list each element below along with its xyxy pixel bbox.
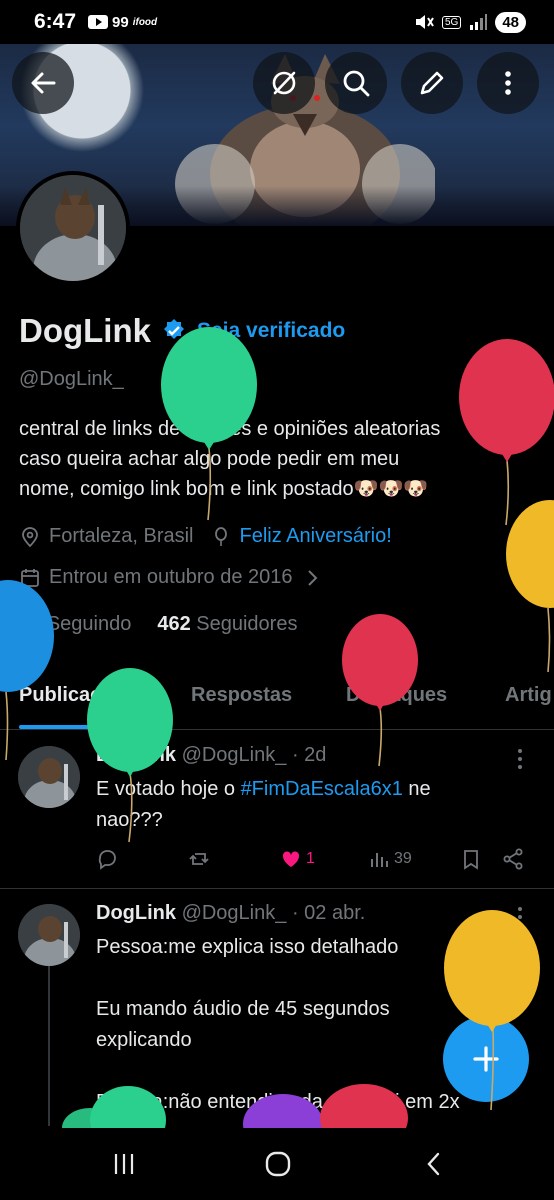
profile-tabs: Publicações Respostas Destaques Artig [0,668,554,730]
knight-avatar-image [18,904,80,966]
grok-button[interactable] [253,52,315,114]
system-nav-bar [0,1128,554,1200]
like-button[interactable]: 1 [280,848,315,870]
following-stat[interactable]: 39 Seguindo [19,613,131,636]
status-time: 6:47 [34,10,77,33]
edit-button[interactable] [401,52,463,114]
reply-icon [98,850,116,870]
search-button[interactable] [325,52,387,114]
views-button[interactable]: 39 [368,848,412,870]
tab-posts[interactable]: Publicações [19,684,136,707]
compose-button[interactable] [443,1016,529,1102]
home-button[interactable] [258,1144,298,1184]
post-time: · 2d [291,744,327,766]
active-tab-indicator [19,725,155,729]
joined-row[interactable]: Entrou em outubro de 2016 [19,566,323,589]
location: Fortaleza, Brasil [49,525,194,547]
heart-filled-icon [282,851,300,867]
more-vertical-icon[interactable] [510,906,530,928]
notification-count: 99 [112,13,129,31]
bookmark-button[interactable] [460,848,482,870]
post-author-handle: @DogLink_ [181,744,287,766]
bio-line: nome, comigo link bom e link postado🐶🐶🐶 [19,478,429,500]
more-vertical-icon[interactable] [510,748,530,770]
post-text: E votado hoje o #FimDaEscala6x1 ne nao??… [96,778,431,831]
more-button[interactable] [477,52,539,114]
balloon-icon [506,500,554,673]
home-circle-icon [265,1151,291,1177]
thread-connector [48,966,50,1126]
analytics-icon [371,853,388,867]
repost-button[interactable] [188,848,210,870]
chevron-left-icon [427,1152,440,1176]
birthday-link[interactable]: Feliz Aniversário! [240,525,392,548]
recent-apps-button[interactable] [104,1144,144,1184]
post-author-name[interactable]: DogLink [96,902,176,924]
post-author-handle: @DogLink_ [181,902,287,924]
calendar-icon [21,568,39,587]
chevron-right-icon [307,569,317,586]
followers-stat[interactable]: 462 Seguidores [157,613,297,636]
tab-highlights[interactable]: Destaques [346,684,447,707]
post[interactable]: DogLink @DogLink_ · 2d E votado hoje o #… [0,732,554,888]
balloon-icon [214,526,227,546]
system-back-button[interactable] [414,1144,454,1184]
knight-avatar-image [18,746,80,808]
post-avatar[interactable] [18,746,80,808]
signal-icon [470,14,488,30]
like-count: 1 [306,850,315,867]
arrow-left-icon [31,72,56,94]
hashtag-link[interactable]: #FimDaEscala6x1 [241,778,403,800]
ifood-icon: ifood [132,16,158,28]
bookmark-icon [464,850,478,870]
pencil-icon [420,71,444,95]
plus-icon [473,1046,499,1072]
repost-icon [189,853,209,865]
network-icon: 5G [441,15,462,29]
mute-icon [415,15,434,29]
share-button[interactable] [502,848,524,870]
post-actions: 1 39 [96,848,536,878]
share-icon [503,848,523,870]
more-vertical-icon [505,71,511,95]
view-count: 39 [394,850,412,867]
post-time: · 02 abr. [291,902,366,924]
youtube-icon [88,15,109,29]
display-name: DogLink [19,312,151,349]
recents-icon [114,1154,134,1174]
location-icon [22,526,38,547]
joined-date: Entrou em outubro de 2016 [49,566,293,588]
bio-line: central de links de memes e opiniões ale… [19,418,441,440]
get-verified-link[interactable]: Seja verificado [197,319,345,343]
post-divider [0,888,554,889]
post-text: Pessoa:me explica isso detalhado Eu mand… [96,936,460,1113]
post-author-name[interactable]: DogLink [96,744,176,766]
reply-button[interactable] [96,848,118,870]
handle: @DogLink_ [19,368,124,390]
verified-badge-icon [163,319,184,339]
tab-articles[interactable]: Artig [505,684,552,707]
back-button[interactable] [12,52,74,114]
post-avatar[interactable] [18,904,80,966]
bio-line: caso queira achar algo pode pedir em meu [19,448,400,470]
battery-indicator: 48 [495,11,526,33]
tab-replies[interactable]: Respostas [191,684,292,707]
bio: central de links de memes e opiniões ale… [19,414,539,504]
knight-avatar-image [20,175,126,281]
grok-icon [272,71,296,95]
search-icon [343,70,370,97]
avatar[interactable] [16,171,130,285]
status-bar: 6:47 99 ifood 5G 48 [0,0,554,44]
